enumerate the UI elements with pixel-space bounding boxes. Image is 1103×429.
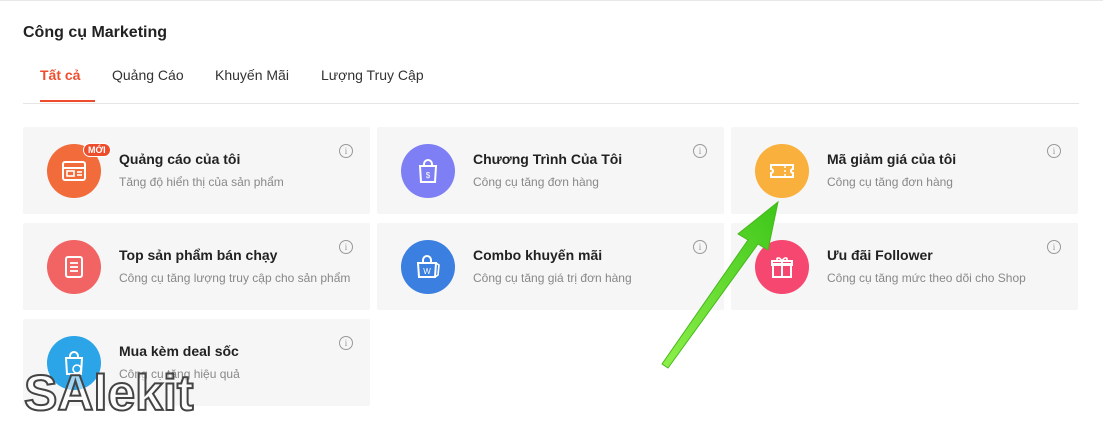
card-my-vouchers[interactable]: Mã giảm giá của tôi Công cụ tăng đơn hàn… xyxy=(731,127,1078,214)
card-my-programs[interactable]: $ Chương Trình Của Tôi Công cụ tăng đơn … xyxy=(377,127,724,214)
card-title: Top sản phẩm bán chạy xyxy=(119,247,278,263)
card-description: Công cụ tăng lượng truy cập cho sản phẩm xyxy=(119,271,351,285)
watermark-text: SAlekit xyxy=(24,365,194,420)
card-description: Công cụ tăng đơn hàng xyxy=(473,175,599,189)
shopping-bag-icon: $ xyxy=(401,144,455,198)
card-title: Quảng cáo của tôi xyxy=(119,151,241,167)
card-description: Tăng độ hiển thị của sản phẩm xyxy=(119,175,284,189)
combo-bag-icon: W xyxy=(401,240,455,294)
card-combo-promo[interactable]: W Combo khuyến mãi Công cụ tăng giá trị … xyxy=(377,223,724,310)
card-title: Chương Trình Của Tôi xyxy=(473,151,623,167)
tab-promotions[interactable]: Khuyến Mãi xyxy=(215,56,289,102)
card-my-ads[interactable]: MỚI Quảng cáo của tôi Tăng độ hiển thị c… xyxy=(23,127,370,214)
gift-icon xyxy=(755,240,809,294)
card-title: Mua kèm deal sốc xyxy=(119,343,239,359)
svg-text:W: W xyxy=(423,267,431,276)
info-icon[interactable]: i xyxy=(1047,144,1061,158)
card-description: Công cụ tăng mức theo dõi cho Shop xyxy=(827,271,1026,285)
card-follower-offer[interactable]: Ưu đãi Follower Công cụ tăng mức theo dõ… xyxy=(731,223,1078,310)
tab-all[interactable]: Tất cả xyxy=(40,56,95,102)
tab-ads[interactable]: Quảng Cáo xyxy=(112,56,184,102)
voucher-ticket-icon xyxy=(755,144,809,198)
watermark-logo: SAlekit xyxy=(23,364,195,420)
card-title: Ưu đãi Follower xyxy=(827,247,933,263)
info-icon[interactable]: i xyxy=(693,144,707,158)
top-divider xyxy=(0,0,1103,1)
tab-bar: Tất cả Quảng Cáo Khuyến Mãi Lượng Truy C… xyxy=(23,56,1079,104)
card-title: Mã giảm giá của tôi xyxy=(827,151,957,167)
card-title: Combo khuyến mãi xyxy=(473,247,603,263)
info-icon[interactable]: i xyxy=(339,240,353,254)
page-title: Công cụ Marketing xyxy=(23,24,168,41)
new-badge: MỚI xyxy=(83,143,111,157)
info-icon[interactable]: i xyxy=(339,144,353,158)
info-icon[interactable]: i xyxy=(1047,240,1061,254)
info-icon[interactable]: i xyxy=(339,336,353,350)
tab-traffic[interactable]: Lượng Truy Cập xyxy=(321,56,424,102)
info-icon[interactable]: i xyxy=(693,240,707,254)
svg-text:$: $ xyxy=(426,171,431,180)
card-top-products[interactable]: Top sản phẩm bán chạy Công cụ tăng lượng… xyxy=(23,223,370,310)
card-description: Công cụ tăng đơn hàng xyxy=(827,175,953,189)
product-list-icon xyxy=(47,240,101,294)
card-description: Công cụ tăng giá trị đơn hàng xyxy=(473,271,632,285)
